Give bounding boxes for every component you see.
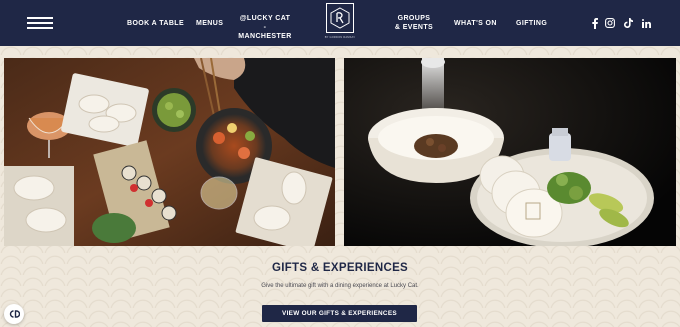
tiktok-icon[interactable]	[622, 17, 634, 29]
nav-menus[interactable]: MENUS	[196, 19, 223, 28]
nav-book-a-table[interactable]: BOOK A TABLE	[127, 19, 184, 28]
lucky-cat-logo[interactable]: BY GORDON RAMSAY	[322, 3, 358, 43]
section-title: GIFTS & EXPERIENCES	[271, 262, 409, 274]
top-navigation: BOOK A TABLE MENUS @LUCKY CAT - MANCHEST…	[0, 0, 680, 46]
nav-gifting[interactable]: GIFTING	[516, 19, 547, 28]
facebook-icon[interactable]	[589, 17, 601, 29]
asian-dining-spread-photo	[4, 58, 335, 246]
section-subtitle: Give the ultimate gift with a dining exp…	[261, 283, 419, 289]
hamburger-menu-icon[interactable]	[27, 17, 53, 29]
linkedin-icon[interactable]	[640, 17, 652, 29]
bao-buns-and-dish-photo	[344, 58, 676, 246]
nav-groups-events[interactable]: GROUPS & EVENTS	[394, 14, 434, 32]
cookie-settings-icon[interactable]	[4, 304, 24, 324]
instagram-icon[interactable]	[604, 17, 616, 29]
nav-location-manchester[interactable]: @LUCKY CAT - MANCHESTER	[238, 14, 292, 41]
view-gifts-button[interactable]: VIEW OUR GIFTS & EXPERIENCES	[262, 305, 417, 322]
logo-badge-icon	[326, 3, 354, 33]
logo-caption: BY GORDON RAMSAY	[324, 36, 356, 39]
nav-whats-on[interactable]: WHAT'S ON	[454, 19, 497, 28]
